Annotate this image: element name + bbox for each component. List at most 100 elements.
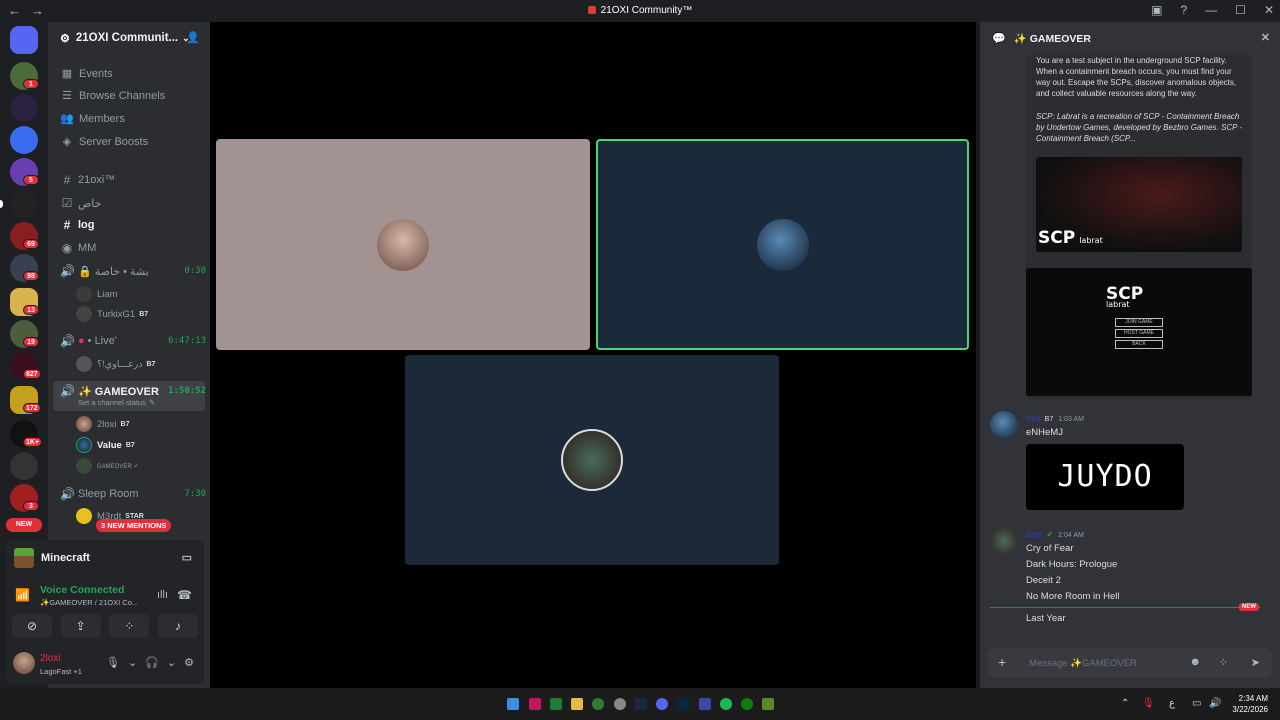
message-image[interactable]: JUYDO [1026, 444, 1184, 510]
chrome-icon[interactable] [592, 698, 604, 710]
chevron-down-icon[interactable]: ⌄ [128, 656, 137, 669]
camera-off-button[interactable]: ⊘ [12, 614, 52, 638]
app-icon[interactable] [614, 698, 626, 710]
embed-image[interactable]: SCP labrat [1036, 157, 1242, 252]
noise-suppression-icon[interactable]: ıllı [157, 589, 168, 601]
invite-people-icon[interactable]: 👤 [186, 31, 200, 44]
server-icon[interactable] [10, 94, 38, 122]
minecraft-icon[interactable] [762, 698, 774, 710]
participant-tile[interactable] [216, 139, 590, 350]
embed-image[interactable]: SCP labrat JOIN GAME HOST GAME BACK [1026, 268, 1252, 396]
disconnect-icon[interactable]: ☎ [177, 588, 192, 602]
home-discord-icon[interactable] [10, 26, 38, 54]
new-mentions-pill[interactable]: 3 NEW MENTIONS [96, 519, 172, 532]
file-explorer-icon[interactable] [571, 698, 583, 710]
chevron-down-icon[interactable]: ⌄ [167, 656, 176, 669]
maximize-button[interactable]: ☐ [1235, 3, 1246, 17]
server-icon[interactable] [10, 126, 38, 154]
app-icon[interactable] [529, 698, 541, 710]
user-name: درعـــاوي!؟ [97, 358, 143, 370]
message-timestamp: 2:04 AM [1058, 532, 1084, 539]
participant-tile[interactable] [405, 355, 779, 565]
volume-icon[interactable]: 🔊 [1209, 698, 1221, 709]
language-icon[interactable]: ع [1169, 698, 1175, 709]
headphones-icon[interactable]: 🎧 [145, 656, 159, 669]
text-channel[interactable]: #21oxi™ [60, 173, 206, 187]
message-text: No More Room in Hell [1026, 591, 1120, 602]
hash-icon: # [63, 218, 71, 232]
microphone-icon[interactable]: 🎙 [1142, 698, 1155, 709]
signal-icon[interactable]: 📶 [15, 588, 30, 602]
voice-channel-gameover[interactable]: 🔊 ✨ GAMEOVER 1:50:52 [60, 384, 206, 398]
voice-channel[interactable]: 🔊 Sleep Room 7:30 [60, 487, 206, 501]
channel-name: • Live' [87, 335, 117, 347]
call-stage [210, 22, 976, 688]
voice-user[interactable]: Liam [76, 286, 118, 302]
inbox-icon[interactable]: ▣ [1151, 3, 1162, 17]
nav-events[interactable]: ▦ Events [60, 67, 113, 81]
xbox-icon[interactable] [741, 698, 753, 710]
send-icon[interactable]: ➤ [1251, 656, 1260, 669]
nav-server-boosts[interactable]: ◈ Server Boosts [60, 135, 148, 149]
photoshop-icon[interactable] [677, 698, 689, 710]
avatar [76, 437, 92, 453]
voice-channel[interactable]: 🔊 🔒 بشة • خاصة 0:30 [60, 264, 206, 278]
voice-user[interactable]: درعـــاوي!؟ B7 [76, 356, 155, 372]
help-icon[interactable]: ? [1180, 3, 1187, 17]
voice-user[interactable]: 2loxi B7 [76, 416, 130, 432]
close-icon[interactable]: ✕ [1261, 31, 1270, 44]
voice-location[interactable]: ✨GAMEOVER / 21OXI Co... [40, 598, 138, 607]
avatar[interactable] [13, 652, 35, 674]
voice-user[interactable]: TurkixG1 B7 [76, 306, 148, 322]
text-channel[interactable]: ◉ MM [60, 241, 206, 255]
emoji-icon[interactable]: ☻ [1189, 656, 1201, 668]
nav-members[interactable]: 👥 Members [60, 112, 125, 126]
settings-gear-icon[interactable]: ⚙ [184, 656, 194, 669]
lock-icon: 🔒 [78, 265, 92, 278]
message-author[interactable]: Zoro ✔ 2:04 AM [1026, 530, 1084, 539]
microphone-icon[interactable]: 🎙 [106, 656, 120, 669]
text-channel[interactable]: # log [60, 218, 206, 232]
avatar[interactable] [990, 527, 1018, 555]
share-screen-button[interactable]: ⇪ [60, 614, 101, 638]
scp-logo: SCP labrat [1038, 228, 1103, 248]
server-header[interactable]: ⚙ 21OXI Communit... ⌄ 👤 [48, 22, 210, 54]
minimize-button[interactable]: — [1205, 3, 1217, 17]
network-icon[interactable]: ▭ [1192, 698, 1201, 709]
attach-plus-icon[interactable]: + [998, 654, 1006, 670]
voice-channel[interactable]: 🔊 ● • Live' 6:47:13 [60, 334, 206, 348]
nav-browse-channels[interactable]: ☰ Browse Channels [60, 89, 165, 103]
avatar [76, 356, 92, 372]
menu-item: BACK [1115, 340, 1163, 349]
channel-name: ✨ GAMEOVER [78, 385, 159, 398]
soundboard-button[interactable]: ♪ [157, 614, 198, 638]
message-input[interactable]: Message ✨GAMEOVER [1029, 658, 1137, 669]
screen-share-icon[interactable]: ▭ [182, 551, 192, 564]
voice-user[interactable]: GAMEOVER ✓ [76, 458, 138, 474]
message-text: Cry of Fear [1026, 543, 1074, 554]
system-clock[interactable]: 2:34 AM 3/22/2026 [1232, 693, 1268, 715]
user-name[interactable]: 2loxi [40, 653, 61, 664]
voice-user[interactable]: Value B7 [76, 437, 135, 453]
apps-icon[interactable]: ⁘ [1219, 656, 1228, 669]
excel-icon[interactable] [550, 698, 562, 710]
participant-tile-speaking[interactable] [596, 139, 969, 350]
new-unreads-pill[interactable]: NEW [6, 518, 42, 532]
server-icon[interactable] [10, 452, 38, 480]
discord-icon[interactable] [656, 698, 668, 710]
text-channel[interactable]: ☑ خاص [60, 196, 206, 210]
app-icon[interactable] [699, 698, 711, 710]
steam-icon[interactable] [635, 698, 647, 710]
server-icon[interactable] [10, 190, 38, 218]
spotify-icon[interactable] [720, 698, 732, 710]
chevron-up-icon[interactable]: ⌃ [1121, 698, 1129, 709]
activities-button[interactable]: ⁘ [109, 614, 150, 638]
close-window-button[interactable]: ✕ [1264, 3, 1274, 17]
activity-bar[interactable]: Minecraft ▭ [6, 540, 204, 576]
start-menu-icon[interactable] [507, 698, 519, 710]
avatar[interactable] [990, 411, 1018, 439]
message-author[interactable]: Hiro B7 1:03 AM [1026, 414, 1084, 423]
unread-badge: 5 [23, 175, 39, 185]
channel-status[interactable]: Set a channel status ✎ [78, 398, 155, 407]
user-name: 2loxi [97, 418, 117, 430]
